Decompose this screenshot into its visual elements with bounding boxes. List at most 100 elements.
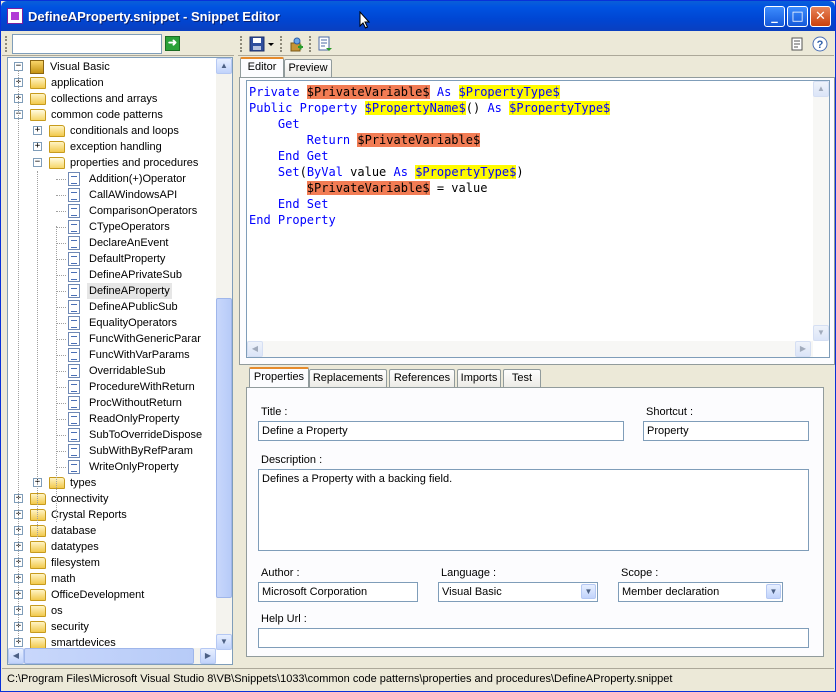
- tab-properties[interactable]: Properties: [249, 367, 309, 387]
- tab-imports[interactable]: Imports: [457, 369, 501, 387]
- language-select[interactable]: Visual Basic ▼: [438, 582, 598, 602]
- editor-horizontal-scrollbar[interactable]: ◀ ▶: [247, 341, 813, 357]
- tree-folder-item[interactable]: + conditionals and loops: [8, 123, 216, 139]
- title-field[interactable]: Define a Property: [258, 421, 624, 441]
- tree-folder-item[interactable]: + datatypes: [8, 539, 216, 555]
- tree-snippet-item[interactable]: SubToOverrideDispose: [8, 427, 216, 443]
- tree-snippet-item[interactable]: EqualityOperators: [8, 315, 216, 331]
- properties-page-icon[interactable]: [789, 36, 805, 52]
- tree-folder-item[interactable]: + exception handling: [8, 139, 216, 155]
- tab-replacements[interactable]: Replacements: [309, 369, 387, 387]
- title-bar[interactable]: DefineAProperty.snippet - Snippet Editor…: [1, 1, 835, 31]
- snippet-tree[interactable]: − Visual Basic + application + collections …: [7, 57, 233, 665]
- code-editor[interactable]: Private $PrivateVariable$ As $PropertyTy…: [246, 80, 830, 358]
- code-content[interactable]: Private $PrivateVariable$ As $PropertyTy…: [249, 84, 611, 228]
- tree-snippet-item[interactable]: ReadOnlyProperty: [8, 411, 216, 427]
- save-icon[interactable]: [249, 36, 265, 52]
- tree-snippet-item[interactable]: DeclareAnEvent: [8, 235, 216, 251]
- snippet-file-icon: [68, 220, 80, 234]
- minimize-button[interactable]: _: [764, 6, 785, 27]
- scroll-left-button[interactable]: ◀: [8, 648, 24, 664]
- scope-select[interactable]: Member declaration ▼: [618, 582, 783, 602]
- scroll-left-button[interactable]: ◀: [247, 341, 263, 357]
- search-go-button[interactable]: ➜: [165, 36, 180, 51]
- export-icon[interactable]: [317, 36, 333, 52]
- tree-snippet-item[interactable]: FuncWithGenericParar: [8, 331, 216, 347]
- help-icon[interactable]: ?: [812, 36, 828, 52]
- expand-icon[interactable]: +: [33, 142, 42, 151]
- editor-vertical-scrollbar[interactable]: ▲ ▼: [813, 81, 829, 341]
- tree-vertical-scrollbar[interactable]: ▲ ▼: [216, 58, 232, 650]
- tree-folder-item[interactable]: + filesystem: [8, 555, 216, 571]
- tab-references[interactable]: References: [389, 369, 455, 387]
- tree-horizontal-scrollbar[interactable]: ◀ ▶: [8, 648, 216, 664]
- chevron-down-icon[interactable]: ▼: [766, 584, 781, 599]
- tree-snippet-item[interactable]: ProcWithoutReturn: [8, 395, 216, 411]
- tree-snippet-item[interactable]: ComparisonOperators: [8, 203, 216, 219]
- tab-editor[interactable]: Editor: [240, 57, 284, 77]
- close-button[interactable]: ✕: [810, 6, 831, 27]
- scroll-down-button[interactable]: ▼: [216, 634, 232, 650]
- maximize-button[interactable]: □: [787, 6, 808, 27]
- scroll-up-button[interactable]: ▲: [813, 81, 829, 97]
- scroll-down-button[interactable]: ▼: [813, 325, 829, 341]
- help-url-field[interactable]: [258, 628, 809, 648]
- search-input[interactable]: [12, 34, 162, 54]
- toolbar-grip-icon[interactable]: [240, 36, 243, 52]
- vb-language-icon: [30, 60, 44, 74]
- collapse-icon[interactable]: −: [33, 158, 42, 167]
- tree-folder-item[interactable]: + math: [8, 571, 216, 587]
- dropdown-arrow-icon[interactable]: [267, 36, 275, 52]
- tree-snippet-item[interactable]: SubWithByRefParam: [8, 443, 216, 459]
- scroll-right-button[interactable]: ▶: [200, 648, 216, 664]
- tree-folder-item[interactable]: + database: [8, 523, 216, 539]
- chevron-down-icon[interactable]: ▼: [581, 584, 596, 599]
- tree-snippet-item[interactable]: Addition(+)Operator: [8, 171, 216, 187]
- code-placeholder[interactable]: $PrivateVariable$: [306, 181, 430, 195]
- add-snippet-icon[interactable]: [288, 36, 304, 52]
- tree-snippet-item[interactable]: CallAWindowsAPI: [8, 187, 216, 203]
- toolbar-grip-icon[interactable]: [5, 36, 8, 52]
- tree-snippet-item[interactable]: OverridableSub: [8, 363, 216, 379]
- tree-snippet-item[interactable]: WriteOnlyProperty: [8, 459, 216, 475]
- tree-snippet-item[interactable]: ProcedureWithReturn: [8, 379, 216, 395]
- tab-test[interactable]: Test: [503, 369, 541, 387]
- tree-folder-item[interactable]: + security: [8, 619, 216, 635]
- tree-snippet-item[interactable]: DefaultProperty: [8, 251, 216, 267]
- code-placeholder[interactable]: $PropertyName$: [364, 101, 466, 115]
- scope-label: Scope :: [621, 567, 659, 579]
- code-placeholder[interactable]: $PropertyType$: [415, 165, 517, 179]
- folder-icon: [30, 541, 46, 553]
- tree-folder-item[interactable]: + Crystal Reports: [8, 507, 216, 523]
- tree-folder-item[interactable]: − properties and procedures: [8, 155, 216, 171]
- scroll-up-button[interactable]: ▲: [216, 58, 232, 74]
- tree-folder-item[interactable]: + connectivity: [8, 491, 216, 507]
- tree-folder-item[interactable]: + application: [8, 75, 216, 91]
- tree-snippet-item[interactable]: DefineAPrivateSub: [8, 267, 216, 283]
- tree-connector: [56, 179, 66, 180]
- code-placeholder[interactable]: $PrivateVariable$: [357, 133, 481, 147]
- tab-preview[interactable]: Preview: [284, 59, 332, 77]
- tree-folder-item[interactable]: − common code patterns: [8, 107, 216, 123]
- tree-root[interactable]: − Visual Basic: [12, 59, 212, 75]
- scroll-thumb[interactable]: [216, 298, 232, 598]
- scroll-right-button[interactable]: ▶: [795, 341, 811, 357]
- tree-folder-item[interactable]: + types: [8, 475, 216, 491]
- folder-open-icon: [49, 157, 65, 169]
- author-field[interactable]: Microsoft Corporation: [258, 582, 418, 602]
- description-field[interactable]: Defines a Property with a backing field.: [258, 469, 809, 551]
- tree-snippet-item[interactable]: FuncWithVarParams: [8, 347, 216, 363]
- tree-snippet-item[interactable]: CTypeOperators: [8, 219, 216, 235]
- code-placeholder[interactable]: $PropertyType$: [509, 101, 611, 115]
- code-placeholder[interactable]: $PropertyType$: [458, 85, 560, 99]
- scroll-thumb[interactable]: [24, 648, 194, 664]
- shortcut-field[interactable]: Property: [643, 421, 809, 441]
- expand-icon[interactable]: +: [33, 126, 42, 135]
- tree-folder-item[interactable]: + os: [8, 603, 216, 619]
- tree-folder-item[interactable]: + collections and arrays: [8, 91, 216, 107]
- code-placeholder[interactable]: $PrivateVariable$: [306, 85, 430, 99]
- tree-snippet-item[interactable]: DefineAPublicSub: [8, 299, 216, 315]
- tree-snippet-item[interactable]: DefineAProperty: [8, 283, 216, 299]
- snippet-file-icon: [68, 284, 80, 298]
- tree-folder-item[interactable]: + OfficeDevelopment: [8, 587, 216, 603]
